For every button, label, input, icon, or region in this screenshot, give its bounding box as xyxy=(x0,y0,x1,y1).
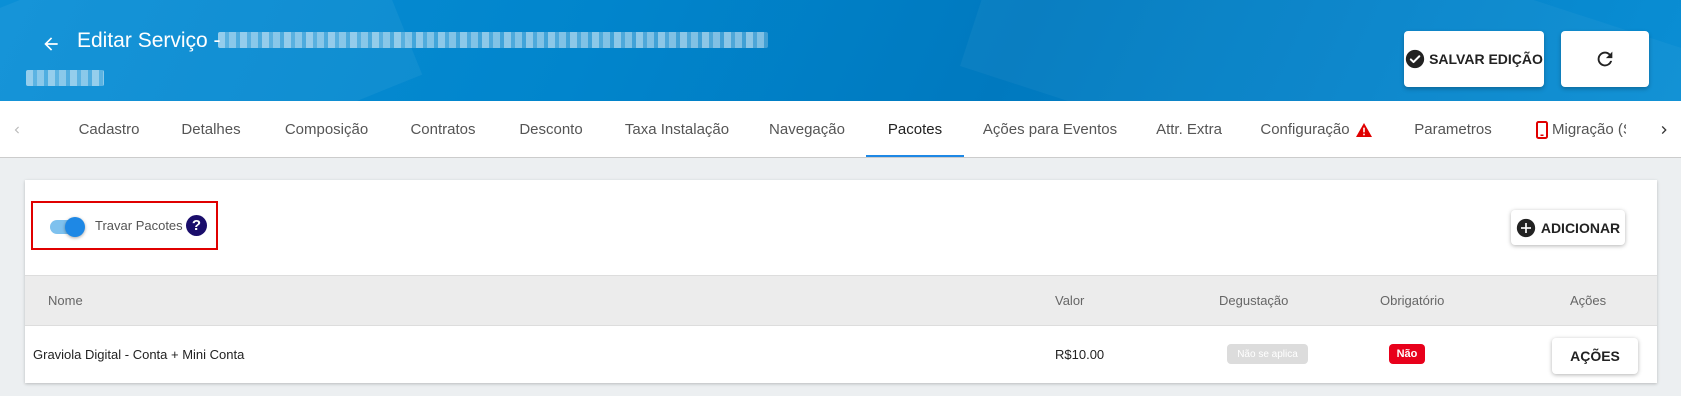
phone-icon xyxy=(1536,120,1548,139)
lock-packages-toggle[interactable] xyxy=(48,217,85,237)
tab-attr-extra[interactable]: Attr. Extra xyxy=(1140,101,1238,158)
tab-bar: Cadastro Detalhes Composição Contratos D… xyxy=(0,101,1681,158)
tab-label: Ações para Eventos xyxy=(982,121,1118,138)
column-header-name: Nome xyxy=(48,293,83,308)
tab-contratos[interactable]: Contratos xyxy=(394,101,492,158)
help-icon[interactable]: ? xyxy=(186,215,207,236)
chevron-right-icon xyxy=(1661,125,1667,134)
tab-migracao[interactable]: Migração (S xyxy=(1536,101,1626,158)
tab-cadastro[interactable]: Cadastro xyxy=(60,101,158,158)
tab-label: Composição xyxy=(284,121,369,138)
save-edit-label: SALVAR EDIÇÃO xyxy=(1429,51,1543,67)
page-title: Editar Serviço - xyxy=(77,29,221,52)
back-button[interactable] xyxy=(38,31,64,57)
toggle-thumb xyxy=(65,217,85,237)
column-header-actions: Ações xyxy=(1570,293,1607,308)
column-header-required: Obrigatório xyxy=(1380,293,1445,308)
refresh-icon xyxy=(1597,51,1613,67)
tab-composicao[interactable]: Composição xyxy=(270,101,383,158)
lock-packages-label: Travar Pacotes xyxy=(95,218,183,233)
add-package-label: ADICIONAR xyxy=(1540,219,1621,236)
tab-acoes-eventos[interactable]: Ações para Eventos xyxy=(978,101,1122,158)
tab-label: Migração (S xyxy=(1552,121,1626,138)
tab-label: Contratos xyxy=(410,121,476,138)
tabs-scroll-left-button[interactable] xyxy=(0,101,34,158)
required-badge: Não xyxy=(1389,344,1425,364)
tab-label: Attr. Extra xyxy=(1156,121,1222,138)
tab-label: Cadastro xyxy=(78,121,140,138)
column-header-tasting: Degustação xyxy=(1219,293,1289,308)
column-header-value: Valor xyxy=(1055,293,1085,308)
plus-circle-icon xyxy=(1516,218,1535,237)
page-header: Editar Serviço - SALVAR EDIÇÃO xyxy=(0,0,1681,101)
tab-label: Parametros xyxy=(1414,121,1492,138)
lock-packages-highlight: Travar Pacotes ? xyxy=(31,201,218,250)
package-name: Graviola Digital - Conta + Mini Conta xyxy=(33,347,245,362)
tab-configuracao[interactable]: Configuração xyxy=(1250,101,1382,158)
package-value: R$10.00 xyxy=(1055,347,1105,362)
tasting-badge: Não se aplica xyxy=(1227,344,1308,364)
save-edit-button[interactable]: SALVAR EDIÇÃO xyxy=(1404,31,1544,87)
tab-label: Desconto xyxy=(519,121,583,138)
tab-parametros[interactable]: Parametros xyxy=(1404,101,1502,158)
tab-taxa-instalacao[interactable]: Taxa Instalação xyxy=(616,101,738,158)
add-package-button[interactable]: ADICIONAR xyxy=(1511,210,1625,245)
chevron-left-icon xyxy=(14,126,19,133)
tab-label: Taxa Instalação xyxy=(624,121,730,138)
tab-pacotes[interactable]: Pacotes xyxy=(866,101,964,158)
row-actions-button[interactable]: AÇÕES xyxy=(1552,338,1638,374)
tab-navegacao[interactable]: Navegação xyxy=(758,101,856,158)
tab-label: Navegação xyxy=(769,121,845,138)
warning-icon xyxy=(1355,122,1372,137)
tab-label: Pacotes xyxy=(887,121,943,138)
tab-detalhes[interactable]: Detalhes xyxy=(162,101,260,158)
tab-label: Detalhes xyxy=(181,121,241,138)
check-circle-icon xyxy=(1405,49,1425,69)
tabs-scroll-right-button[interactable] xyxy=(1647,101,1681,158)
arrow-left-icon xyxy=(44,37,58,51)
tab-label: Configuração xyxy=(1260,121,1350,138)
redacted-service-code xyxy=(26,70,104,86)
tab-desconto[interactable]: Desconto xyxy=(502,101,600,158)
table-header: Nome Valor Degustação Obrigatório Ações xyxy=(25,275,1657,326)
refresh-button[interactable] xyxy=(1561,31,1649,87)
redacted-service-name xyxy=(218,32,768,48)
table-row: Graviola Digital - Conta + Mini Conta R$… xyxy=(25,326,1657,383)
active-tab-indicator xyxy=(866,155,964,157)
packages-card: Travar Pacotes ? ADICIONAR Nome Valor De… xyxy=(25,180,1657,383)
